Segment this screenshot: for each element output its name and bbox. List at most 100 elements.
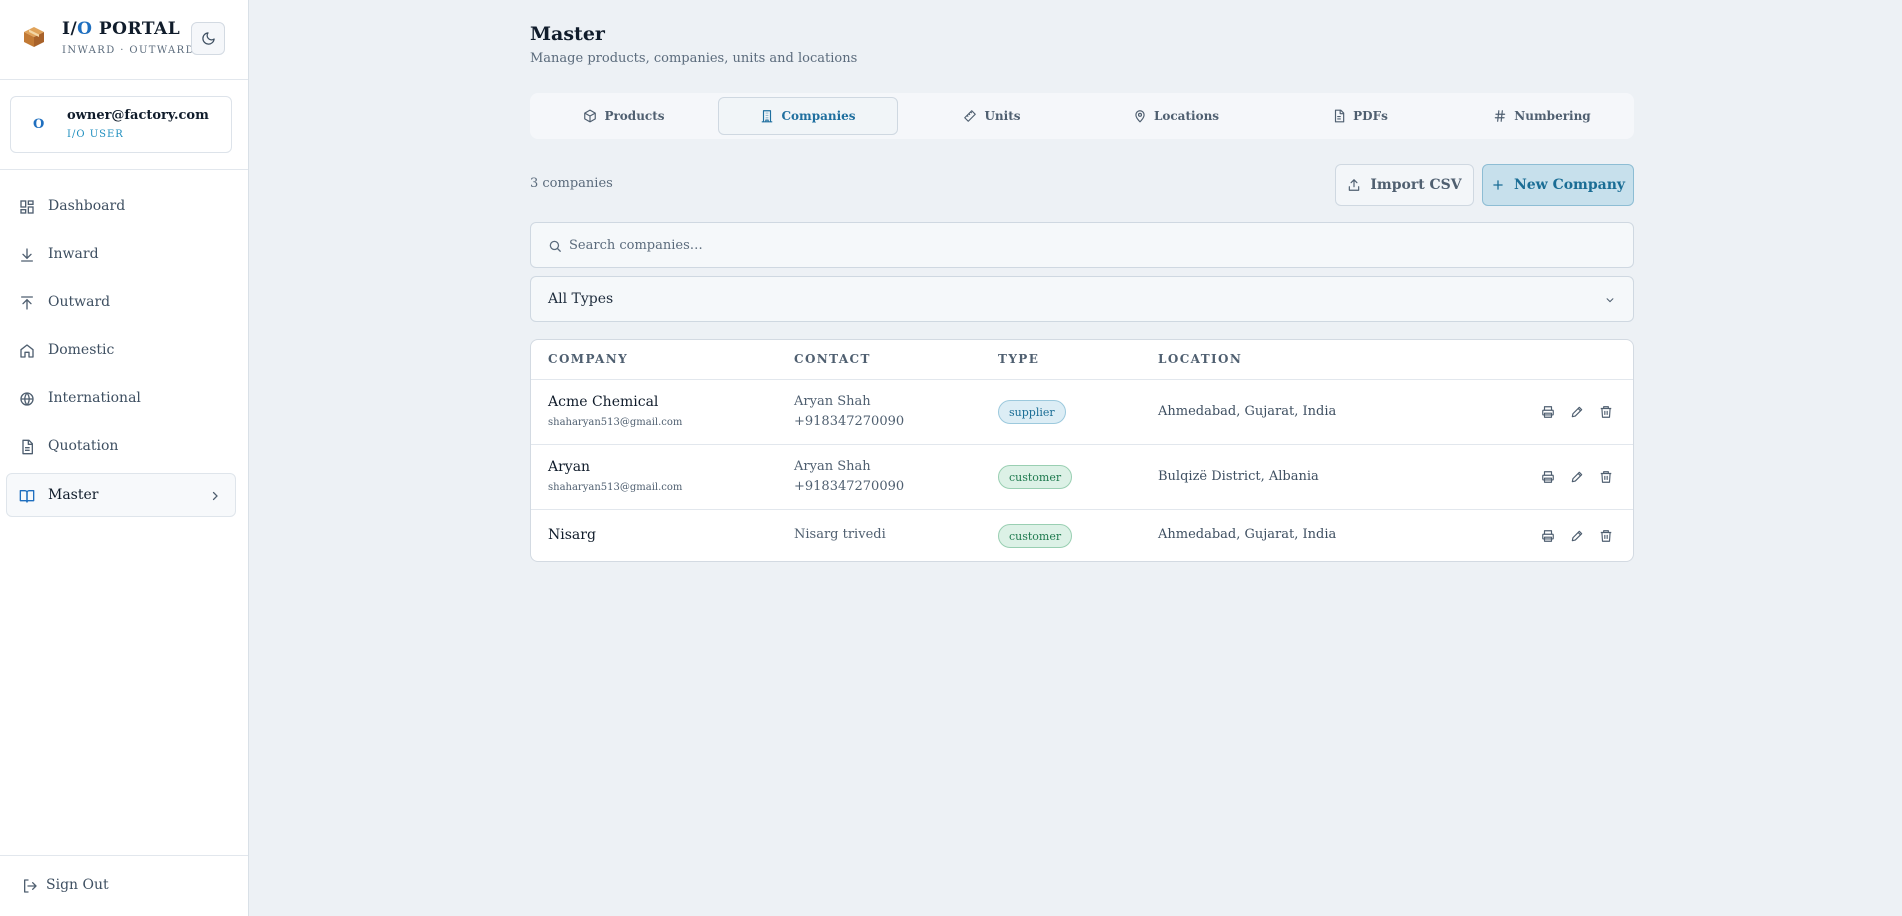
column-header-contact[interactable]: CONTACT	[794, 352, 871, 366]
sidebar-item-label: Inward	[48, 246, 99, 262]
delete-icon[interactable]	[1599, 470, 1613, 484]
import-csv-button[interactable]: Import CSV	[1335, 164, 1474, 206]
sidebar-item-domestic[interactable]: Domestic	[6, 328, 236, 372]
sign-out-button[interactable]: Sign Out	[6, 868, 206, 904]
plus-icon	[1491, 178, 1505, 192]
sidebar-item-label: International	[48, 390, 141, 406]
tab-units[interactable]: Units	[902, 97, 1082, 135]
tab-label: Locations	[1153, 109, 1220, 123]
brand-title: I/O PORTAL	[62, 19, 181, 39]
user-section: O owner@factory.com I/O USER	[0, 80, 248, 170]
page-subtitle: Manage products, companies, units and lo…	[530, 51, 858, 66]
sidebar: I/O PORTAL INWARD · OUTWARD O owner@fact…	[0, 0, 249, 916]
tab-label: PDFs	[1353, 109, 1388, 123]
dashboard-grid-icon	[19, 199, 35, 215]
table-row[interactable]: Nisarg Nisarg trivedi customer Ahmedabad…	[531, 510, 1633, 561]
import-csv-label: Import CSV	[1370, 177, 1462, 193]
company-name: Acme Chemical	[548, 394, 659, 410]
home-icon	[19, 343, 35, 359]
brand-subtitle: INWARD · OUTWARD	[62, 45, 196, 56]
table-row[interactable]: Acme Chemical shaharyan513@gmail.com Ary…	[531, 380, 1633, 445]
sidebar-item-label: Dashboard	[48, 198, 126, 214]
sidebar-item-dashboard[interactable]: Dashboard	[6, 184, 236, 228]
sidebar-item-master[interactable]: Master	[6, 473, 236, 517]
row-actions	[1541, 529, 1613, 543]
hash-icon	[1493, 109, 1507, 123]
print-icon[interactable]	[1541, 470, 1555, 484]
arrow-up-from-line-icon	[19, 295, 35, 311]
row-actions	[1541, 405, 1613, 419]
tab-locations[interactable]: Locations	[1086, 97, 1266, 135]
search-icon	[548, 239, 562, 253]
arrow-down-to-line-icon	[19, 247, 35, 263]
map-pin-icon	[1133, 109, 1147, 123]
tab-companies[interactable]: Companies	[718, 97, 898, 135]
contact-phone: +918347270090	[794, 414, 905, 429]
print-icon[interactable]	[1541, 405, 1555, 419]
user-role: I/O USER	[67, 129, 124, 140]
type-filter-select[interactable]: All Types	[530, 276, 1634, 322]
building-icon	[760, 109, 774, 123]
page-title: Master	[530, 23, 605, 45]
user-email: owner@factory.com	[67, 108, 209, 123]
company-location: Bulqizë District, Albania	[1158, 469, 1319, 484]
company-location: Ahmedabad, Gujarat, India	[1158, 527, 1337, 542]
tab-label: Companies	[781, 109, 856, 123]
type-filter-value: All Types	[548, 291, 614, 307]
sidebar-item-inward[interactable]: Inward	[6, 232, 236, 276]
contact-name: Nisarg trivedi	[794, 527, 886, 542]
signout-section: Sign Out	[0, 855, 248, 916]
sidebar-item-outward[interactable]: Outward	[6, 280, 236, 324]
edit-icon[interactable]	[1570, 470, 1584, 484]
master-tabs: Products Companies Units Locations PDFs …	[530, 93, 1634, 139]
contact-name: Aryan Shah	[794, 394, 871, 409]
column-header-company[interactable]: COMPANY	[548, 352, 628, 366]
package-box-icon	[22, 25, 46, 49]
tab-numbering[interactable]: Numbering	[1454, 97, 1630, 135]
sidebar-item-label: Outward	[48, 294, 111, 310]
search-box	[530, 222, 1634, 268]
chevron-right-icon	[209, 490, 221, 502]
delete-icon[interactable]	[1599, 529, 1613, 543]
table-header: COMPANY CONTACT TYPE LOCATION	[531, 340, 1633, 380]
type-badge: customer	[998, 465, 1073, 489]
sidebar-item-quotation[interactable]: Quotation	[6, 424, 236, 468]
log-out-icon	[22, 878, 38, 894]
new-company-button[interactable]: New Company	[1482, 164, 1634, 206]
tab-pdfs[interactable]: PDFs	[1270, 97, 1450, 135]
edit-icon[interactable]	[1570, 405, 1584, 419]
row-actions	[1541, 470, 1613, 484]
moon-icon	[201, 31, 216, 46]
search-input[interactable]	[569, 224, 1609, 266]
column-header-type[interactable]: TYPE	[998, 352, 1039, 366]
company-name: Nisarg	[548, 527, 596, 543]
sidebar-item-label: Master	[48, 487, 99, 503]
theme-toggle-button[interactable]	[191, 22, 225, 55]
brand-header: I/O PORTAL INWARD · OUTWARD	[0, 0, 248, 80]
company-email: shaharyan513@gmail.com	[548, 417, 683, 428]
column-header-location[interactable]: LOCATION	[1158, 352, 1242, 366]
sidebar-item-label: Domestic	[48, 342, 115, 358]
sidebar-item-international[interactable]: International	[6, 376, 236, 420]
type-badge: customer	[998, 524, 1073, 548]
user-card[interactable]: O owner@factory.com I/O USER	[10, 96, 232, 153]
globe-icon	[19, 391, 35, 407]
table-row[interactable]: Aryan shaharyan513@gmail.com Aryan Shah …	[531, 445, 1633, 510]
upload-icon	[1347, 178, 1361, 192]
delete-icon[interactable]	[1599, 405, 1613, 419]
book-open-icon	[19, 488, 35, 504]
tab-label: Products	[604, 109, 665, 123]
company-email: shaharyan513@gmail.com	[548, 482, 683, 493]
ruler-icon	[963, 109, 977, 123]
edit-icon[interactable]	[1570, 529, 1584, 543]
print-icon[interactable]	[1541, 529, 1555, 543]
company-location: Ahmedabad, Gujarat, India	[1158, 404, 1337, 419]
tab-products[interactable]: Products	[534, 97, 714, 135]
company-name: Aryan	[548, 459, 591, 475]
sidebar-item-label: Quotation	[48, 438, 119, 454]
tab-label: Units	[984, 109, 1021, 123]
tab-label: Numbering	[1514, 109, 1591, 123]
cube-icon	[583, 109, 597, 123]
document-icon	[19, 439, 35, 455]
type-badge: supplier	[998, 400, 1066, 424]
